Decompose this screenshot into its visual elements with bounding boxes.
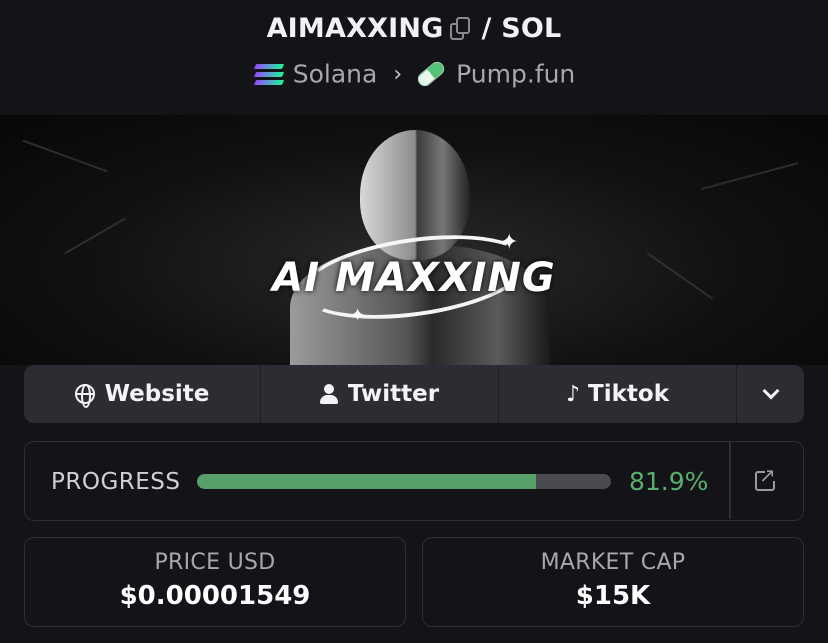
more-links-button[interactable] [737,365,804,423]
website-label: Website [104,381,210,407]
external-link-icon[interactable] [755,463,777,491]
market-cap-value: $15K [575,581,651,611]
quote-symbol: SOL [501,13,562,44]
globe-icon [74,384,95,408]
user-icon [319,384,338,404]
progress-bar-fill [197,474,537,489]
price-usd-label: PRICE USD [154,550,276,575]
chevron-down-icon [762,382,779,400]
breadcrumb-chevron: › [393,61,403,87]
chain-name[interactable]: Solana [293,60,378,89]
pair-separator: / [481,13,492,44]
website-link[interactable]: Website [24,365,261,423]
progress-label: PROGRESS [51,469,181,495]
pair-title: AIMAXXING / SOL [0,12,828,44]
market-cap-card: MARKET CAP $15K [422,537,804,627]
progress-percent: 81.9% [629,467,709,496]
tiktok-icon: ♪ [565,381,581,407]
price-usd-value: $0.00001549 [119,581,311,611]
token-banner-image: AI MAXXING ✦ ✦ [0,115,828,365]
progress-bar [197,474,611,489]
banner-logo: AI MAXXING [272,255,556,301]
sparkle-icon: ✦ [500,230,519,255]
dex-name[interactable]: Pump.fun [456,60,575,89]
token-symbol: AIMAXXING [266,13,444,44]
social-links-bar: Website Twitter ♪ Tiktok [24,365,804,423]
copy-icon[interactable] [449,16,472,41]
bonding-progress-card: PROGRESS 81.9% [24,441,804,521]
sparkle-icon: ✦ [350,305,366,326]
token-header: AIMAXXING / SOL Solana › Pump.fun [0,0,828,115]
twitter-label: Twitter [347,381,440,407]
tiktok-label: Tiktok [588,381,669,407]
twitter-link[interactable]: Twitter [261,365,499,423]
price-usd-card: PRICE USD $0.00001549 [24,537,406,627]
solana-icon [253,62,285,86]
tiktok-link[interactable]: ♪ Tiktok [499,365,737,423]
market-cap-label: MARKET CAP [540,550,686,575]
divider [729,442,731,519]
pill-icon [415,58,448,90]
chain-breadcrumb: Solana › Pump.fun [0,58,828,90]
